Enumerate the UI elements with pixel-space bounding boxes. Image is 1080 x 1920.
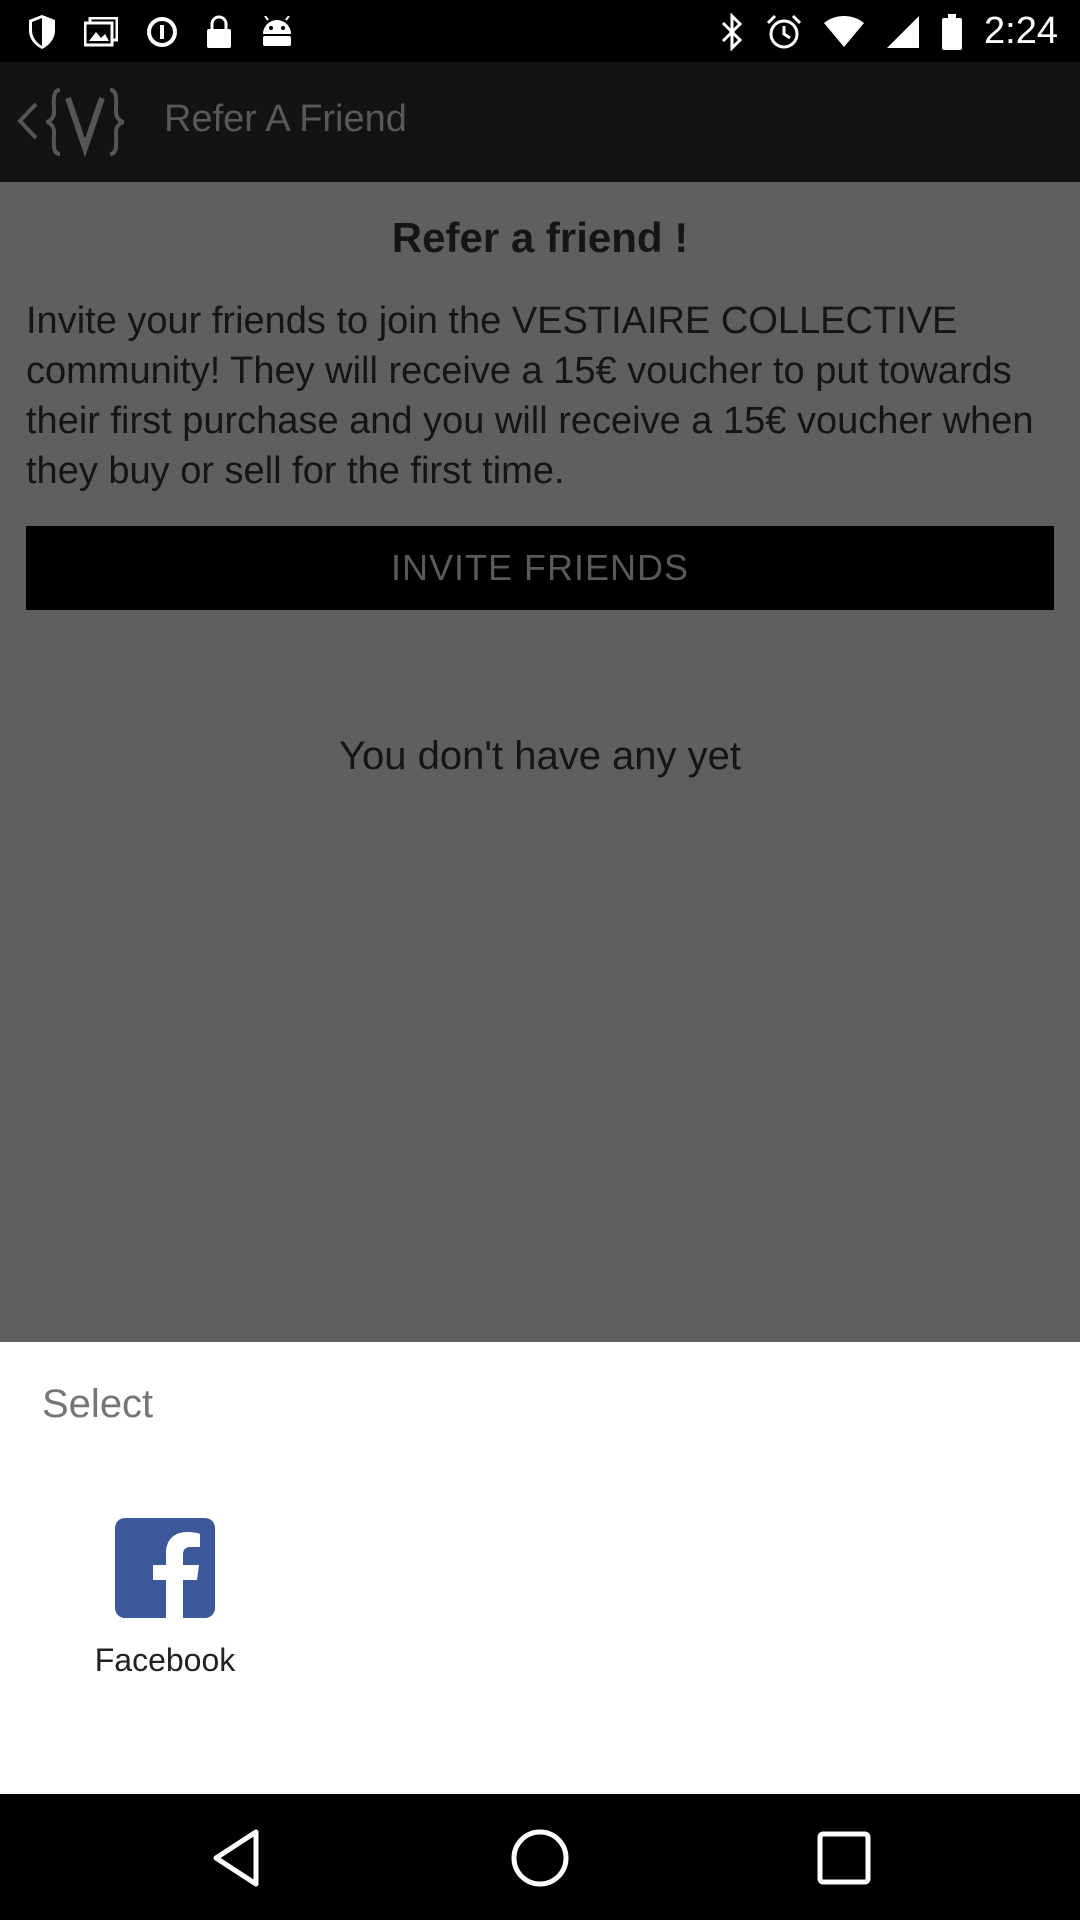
- android-icon: [263, 16, 291, 46]
- status-bar: 2:24: [0, 0, 1080, 62]
- recents-square-icon[interactable]: [812, 1826, 876, 1890]
- back-triangle-icon[interactable]: [206, 1826, 270, 1890]
- navigation-bar: [0, 1794, 1080, 1920]
- share-sheet-title: Select: [42, 1382, 154, 1426]
- image-icon: [84, 17, 118, 47]
- share-sheet: Select Facebook: [0, 1342, 1080, 1794]
- data-saver-icon: [147, 17, 177, 47]
- app-bar: Refer A Friend: [0, 62, 1080, 182]
- facebook-icon[interactable]: [115, 1518, 215, 1618]
- alarm-icon: [766, 14, 802, 48]
- app-bar-title: Refer A Friend: [164, 98, 407, 140]
- refer-heading: Refer a friend !: [391, 214, 689, 261]
- invite-friends-button[interactable]: INVITE FRIENDS: [26, 526, 1054, 610]
- status-time: 2:24: [984, 10, 1058, 52]
- vestiaire-logo-icon[interactable]: [46, 86, 124, 158]
- battery-icon: [942, 13, 963, 50]
- shield-icon: [29, 15, 55, 49]
- wifi-icon: [824, 15, 865, 47]
- lock-icon: [207, 15, 231, 48]
- refer-description: Invite your friends to join the VESTIAIR…: [26, 300, 1034, 492]
- home-circle-icon[interactable]: [508, 1826, 572, 1890]
- share-app-facebook[interactable]: Facebook: [90, 1518, 240, 1679]
- share-app-label: Facebook: [94, 1642, 236, 1678]
- bluetooth-icon: [721, 12, 743, 51]
- chevron-left-icon[interactable]: [12, 96, 42, 146]
- signal-icon: [887, 15, 920, 48]
- empty-state-text: You don't have any yet: [338, 734, 742, 778]
- refer-content: Refer a friend ! Invite your friends to …: [0, 182, 1080, 1342]
